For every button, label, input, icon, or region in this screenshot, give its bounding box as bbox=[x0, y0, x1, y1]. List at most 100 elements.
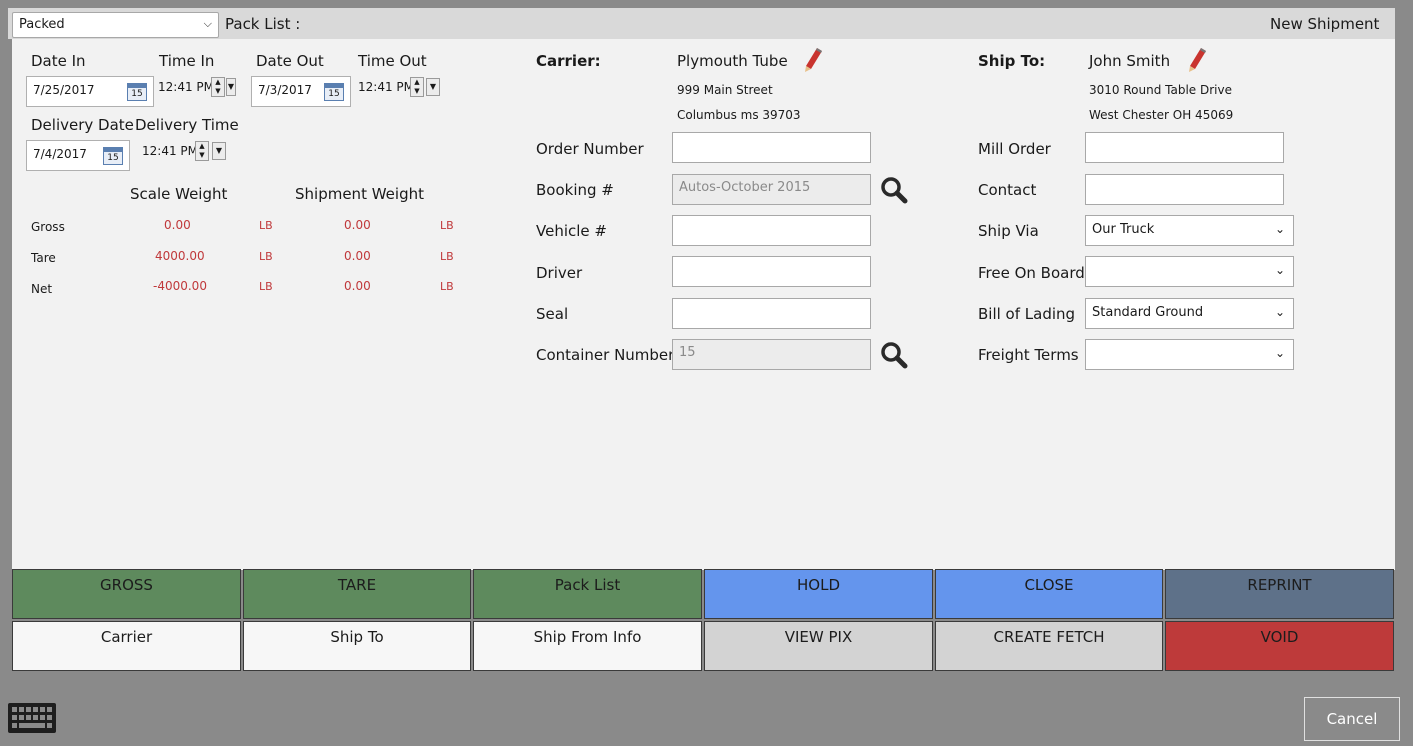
ship-to-label: Ship To: bbox=[978, 52, 1046, 70]
time-in-value[interactable]: 12:41 PM bbox=[158, 80, 214, 102]
bill-of-lading-select[interactable]: Standard Ground ⌄ bbox=[1085, 298, 1294, 329]
contact-field[interactable] bbox=[1085, 174, 1284, 205]
booking-label: Booking # bbox=[536, 181, 614, 199]
pencil-icon[interactable] bbox=[803, 47, 823, 73]
order-number-field[interactable] bbox=[672, 132, 871, 163]
container-number-label: Container Number bbox=[536, 346, 675, 364]
weight-unit: LB bbox=[259, 280, 273, 293]
carrier-address1: 999 Main Street bbox=[677, 83, 773, 97]
time-out-spinner[interactable]: ▲ ▼ bbox=[410, 77, 424, 97]
chevron-down-icon[interactable]: ▼ bbox=[212, 142, 226, 160]
carrier-button[interactable]: Carrier bbox=[12, 621, 241, 671]
carrier-label: Carrier: bbox=[536, 52, 601, 70]
delivery-time-spinner[interactable]: ▲ ▼ bbox=[195, 141, 209, 161]
ship-to-button[interactable]: Ship To bbox=[243, 621, 471, 671]
freight-terms-select[interactable]: ⌄ bbox=[1085, 339, 1294, 370]
bill-of-lading-value: Standard Ground bbox=[1092, 305, 1204, 320]
delivery-date-value: 7/4/2017 bbox=[33, 147, 87, 161]
keyboard-icon[interactable] bbox=[7, 702, 57, 734]
date-out-picker[interactable]: 7/3/2017 15 bbox=[251, 76, 351, 107]
close-button[interactable]: CLOSE bbox=[935, 569, 1163, 619]
net-shipment-weight: 0.00 bbox=[344, 279, 371, 293]
driver-label: Driver bbox=[536, 264, 583, 282]
delivery-time-label: Delivery Time bbox=[135, 116, 239, 134]
chevron-down-icon[interactable]: ▼ bbox=[226, 78, 236, 96]
vehicle-label: Vehicle # bbox=[536, 222, 607, 240]
seal-field[interactable] bbox=[672, 298, 871, 329]
weight-unit: LB bbox=[259, 219, 273, 232]
weight-unit: LB bbox=[440, 219, 454, 232]
hold-button[interactable]: HOLD bbox=[704, 569, 933, 619]
scale-weight-label: Scale Weight bbox=[130, 185, 228, 203]
chevron-down-icon: ⌄ bbox=[1274, 305, 1285, 319]
weight-unit: LB bbox=[259, 250, 273, 263]
chevron-down-icon: ⌵ bbox=[203, 17, 212, 30]
search-icon[interactable] bbox=[880, 341, 908, 369]
pack-list-button[interactable]: Pack List bbox=[473, 569, 702, 619]
ship-to-address2: West Chester OH 45069 bbox=[1089, 108, 1234, 122]
mill-order-label: Mill Order bbox=[978, 140, 1051, 158]
chevron-down-icon: ⌄ bbox=[1274, 346, 1285, 360]
free-on-board-select[interactable]: ⌄ bbox=[1085, 256, 1294, 287]
ship-to-address1: 3010 Round Table Drive bbox=[1089, 83, 1232, 97]
time-out-value[interactable]: 12:41 PM bbox=[358, 80, 414, 102]
gross-shipment-weight: 0.00 bbox=[344, 218, 371, 232]
tare-shipment-weight: 0.00 bbox=[344, 249, 371, 263]
search-icon[interactable] bbox=[880, 176, 908, 204]
new-shipment-label: New Shipment bbox=[1270, 15, 1380, 33]
status-select-value: Packed bbox=[19, 17, 65, 32]
chevron-down-icon: ⌄ bbox=[1274, 222, 1285, 236]
pack-list-label: Pack List : bbox=[225, 15, 301, 33]
booking-field[interactable]: Autos-October 2015 bbox=[672, 174, 871, 205]
vehicle-field[interactable] bbox=[672, 215, 871, 246]
delivery-date-label: Delivery Date bbox=[31, 116, 134, 134]
weight-row-label: Tare bbox=[31, 251, 56, 265]
time-in-spinner[interactable]: ▲ ▼ bbox=[211, 77, 225, 97]
calendar-icon[interactable]: 15 bbox=[103, 147, 123, 165]
date-in-value: 7/25/2017 bbox=[33, 83, 95, 97]
calendar-icon[interactable]: 15 bbox=[324, 83, 344, 101]
container-number-field[interactable]: 15 bbox=[672, 339, 871, 370]
chevron-down-icon: ⌄ bbox=[1274, 263, 1285, 277]
cancel-button[interactable]: Cancel bbox=[1304, 697, 1400, 741]
tare-button[interactable]: TARE bbox=[243, 569, 471, 619]
create-fetch-button[interactable]: CREATE FETCH bbox=[935, 621, 1163, 671]
tare-scale-weight: 4000.00 bbox=[155, 249, 205, 263]
view-pix-button[interactable]: VIEW PIX bbox=[704, 621, 933, 671]
ship-to-name: John Smith bbox=[1089, 52, 1171, 70]
seal-label: Seal bbox=[536, 305, 569, 323]
net-scale-weight: -4000.00 bbox=[153, 279, 207, 293]
driver-field[interactable] bbox=[672, 256, 871, 287]
void-button[interactable]: VOID bbox=[1165, 621, 1394, 671]
gross-scale-weight: 0.00 bbox=[164, 218, 191, 232]
shipment-weight-label: Shipment Weight bbox=[295, 185, 424, 203]
bill-of-lading-label: Bill of Lading bbox=[978, 305, 1076, 323]
delivery-time-value[interactable]: 12:41 PM bbox=[142, 144, 198, 166]
gross-button[interactable]: GROSS bbox=[12, 569, 241, 619]
weight-row-label: Gross bbox=[31, 220, 65, 234]
contact-label: Contact bbox=[978, 181, 1037, 199]
calendar-icon[interactable]: 15 bbox=[127, 83, 147, 101]
weight-row-label: Net bbox=[31, 282, 53, 296]
time-out-label: Time Out bbox=[358, 52, 427, 70]
delivery-date-picker[interactable]: 7/4/2017 15 bbox=[26, 140, 130, 171]
status-select[interactable]: Packed ⌵ bbox=[12, 12, 219, 38]
carrier-name: Plymouth Tube bbox=[677, 52, 788, 70]
reprint-button[interactable]: REPRINT bbox=[1165, 569, 1394, 619]
carrier-address2: Columbus ms 39703 bbox=[677, 108, 801, 122]
chevron-down-icon[interactable]: ▼ bbox=[426, 78, 440, 96]
mill-order-field[interactable] bbox=[1085, 132, 1284, 163]
ship-via-label: Ship Via bbox=[978, 222, 1039, 240]
ship-via-value: Our Truck bbox=[1092, 222, 1155, 237]
date-out-label: Date Out bbox=[256, 52, 324, 70]
date-out-value: 7/3/2017 bbox=[258, 83, 312, 97]
ship-via-select[interactable]: Our Truck ⌄ bbox=[1085, 215, 1294, 246]
order-number-label: Order Number bbox=[536, 140, 644, 158]
free-on-board-label: Free On Board bbox=[978, 264, 1085, 282]
date-in-picker[interactable]: 7/25/2017 15 bbox=[26, 76, 154, 107]
pencil-icon[interactable] bbox=[1187, 47, 1207, 73]
ship-from-info-button[interactable]: Ship From Info bbox=[473, 621, 702, 671]
date-in-label: Date In bbox=[31, 52, 86, 70]
weight-unit: LB bbox=[440, 280, 454, 293]
weight-unit: LB bbox=[440, 250, 454, 263]
